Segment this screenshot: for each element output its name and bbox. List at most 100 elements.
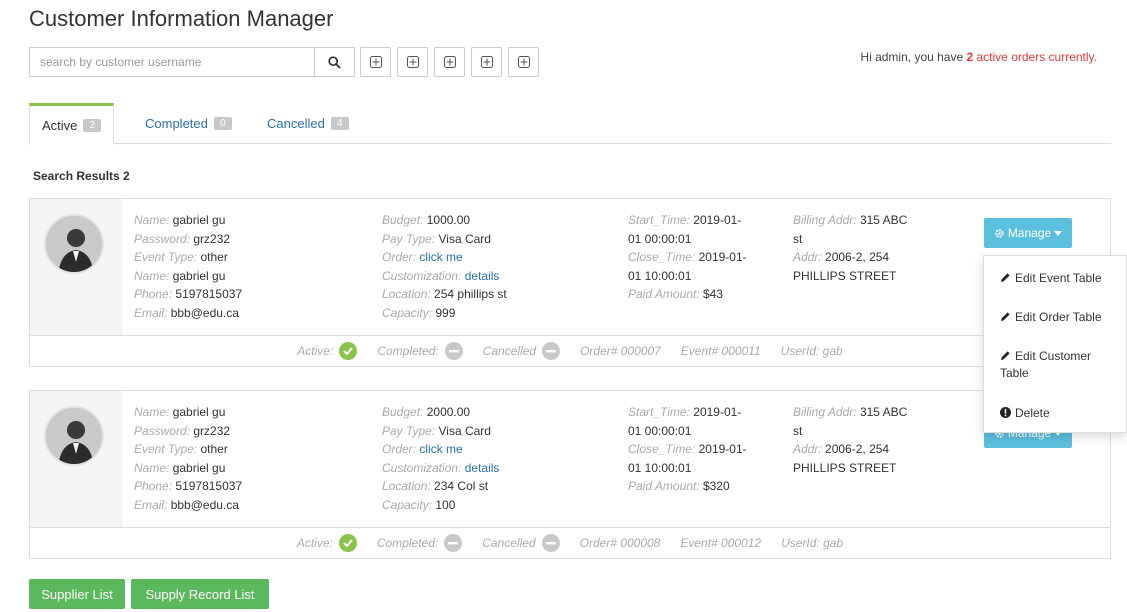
field-label: Event Type: (134, 442, 198, 456)
supplier-list-button[interactable]: Supplier List (29, 579, 125, 609)
customization-details-link[interactable]: details (465, 461, 500, 475)
greeting-suffix: active orders currently. (973, 50, 1098, 64)
customer-name: gabriel gu (172, 405, 226, 419)
plus-button[interactable] (360, 47, 391, 77)
menu-item-edit-customer-table[interactable]: Edit Customer Table (1000, 348, 1118, 382)
field-label: Close_Time: (628, 442, 696, 456)
field-label: Paid Amount: (628, 479, 700, 493)
plus-button[interactable] (471, 47, 502, 77)
greeting-prefix: Hi admin, you have (860, 50, 967, 64)
plus-square-icon (443, 56, 456, 68)
time-info-column: Start_Time: 2019-01- 01 00:00:01 Close_T… (628, 211, 747, 304)
menu-item-label: Edit Customer (1015, 349, 1092, 363)
pencil-icon (1001, 273, 1010, 282)
field-label: Capacity: (382, 497, 433, 512)
customer-phone: 5197815037 (175, 287, 243, 301)
customer-record-card: Name: gabriel gu Password: grz232 Event … (29, 198, 1111, 367)
start-time-value: 2019-01- (693, 405, 742, 419)
event-number: Event# 000012 (680, 536, 762, 550)
tab-cancelled[interactable]: Cancelled 4 (255, 103, 361, 144)
person-icon (46, 216, 102, 272)
field-label: Capacity: (382, 305, 433, 320)
status-label: Active: (297, 344, 334, 358)
customization-details-link[interactable]: details (465, 269, 500, 283)
billing-address-value-cont: st (793, 423, 803, 438)
customer-info-column: Name: gabriel gu Password: grz232 Event … (134, 403, 242, 514)
billing-address-value: 315 ABC (859, 405, 908, 419)
field-label: Password: (134, 423, 191, 438)
close-time-value-cont: 01 10:00:01 (628, 268, 692, 283)
pencil-icon (1001, 312, 1010, 321)
address-value: 2006-2, 254 (825, 250, 890, 264)
menu-item-label: Edit Order Table (1015, 310, 1102, 324)
plus-button[interactable] (434, 47, 465, 77)
field-label: Billing Addr: (793, 213, 857, 227)
tab-label: Active (42, 117, 78, 133)
tab-active[interactable]: Active 2 (29, 103, 115, 145)
page-title: Customer Information Manager (29, 6, 334, 31)
status-label: Active: (296, 536, 333, 550)
order-link[interactable]: click me (419, 442, 462, 456)
capacity-value: 100 (435, 497, 456, 512)
menu-item-delete[interactable]: Delete (1000, 405, 1118, 422)
tab-count-badge: 4 (330, 117, 349, 130)
event-number: Event# 000011 (680, 344, 761, 358)
record-status-bar: Active: Completed: Cancelled Order# 0000… (30, 528, 1110, 558)
minus-icon (444, 342, 463, 360)
customer-email: bbb@edu.ca (170, 305, 239, 320)
pencil-icon (1001, 351, 1010, 360)
minus-icon (541, 534, 560, 552)
field-label: Budget: (382, 405, 424, 419)
field-label: Name: (134, 405, 170, 419)
search-button[interactable] (314, 47, 355, 77)
tab-label: Completed (145, 116, 208, 131)
order-info-column: Budget: 2000.00 Pay Type: Visa Card Orde… (382, 403, 499, 514)
user-id: UserId: gab (780, 344, 843, 358)
tab-count-badge: 0 (213, 117, 232, 130)
field-label: Pay Type: (382, 423, 436, 438)
pay-type-value: Visa Card (438, 231, 491, 246)
menu-item-edit-event-table[interactable]: Edit Event Table (1000, 270, 1118, 287)
supply-record-list-button[interactable]: Supply Record List (131, 579, 269, 609)
field-label: Customization: (382, 460, 462, 475)
event-type: other (200, 250, 228, 264)
plus-button[interactable] (397, 47, 428, 77)
field-label: Pay Type: (382, 231, 436, 246)
avatar (44, 406, 104, 466)
tab-count-badge: 2 (83, 118, 102, 132)
field-label: Addr: (793, 250, 822, 264)
manage-dropdown-menu: Edit Event Table Edit Order Table Edit C… (983, 255, 1127, 433)
field-label: Name: (134, 268, 170, 283)
status-tabs: Active 2 Completed 0 Cancelled 4 (29, 103, 1111, 145)
status-label: Completed: (376, 536, 439, 550)
menu-item-edit-order-table[interactable]: Edit Order Table (1000, 309, 1118, 326)
order-link[interactable]: click me (419, 250, 462, 264)
field-label: Password: (134, 231, 191, 246)
plus-button[interactable] (508, 47, 539, 77)
status-label: Completed: (377, 344, 439, 358)
field-label: Order: (382, 442, 417, 456)
status-label: Cancelled (482, 344, 537, 358)
field-label: Billing Addr: (793, 405, 857, 419)
time-info-column: Start_Time: 2019-01- 01 00:00:01 Close_T… (628, 403, 747, 496)
paid-amount-value: $43 (702, 287, 723, 301)
field-label: Location: (382, 287, 431, 301)
avatar-column (30, 391, 122, 527)
search-input[interactable] (29, 47, 355, 77)
billing-address-value: 315 ABC (859, 213, 908, 227)
gear-icon (995, 228, 1004, 238)
greeting-text: Hi admin, you have 2 active orders curre… (860, 50, 1097, 64)
field-label: Name: (134, 460, 170, 475)
check-icon (339, 342, 358, 360)
user-id: UserId: gab (781, 536, 844, 550)
plus-square-icon (517, 56, 530, 68)
minus-icon (542, 342, 561, 360)
tab-completed[interactable]: Completed 0 (133, 103, 244, 144)
avatar (44, 214, 104, 274)
manage-button[interactable]: Manage (984, 218, 1072, 248)
tab-label: Cancelled (267, 116, 325, 131)
person-icon (46, 408, 102, 464)
field-label: Event Type: (134, 250, 198, 264)
check-icon (338, 534, 357, 552)
customer-name: gabriel gu (172, 213, 226, 227)
